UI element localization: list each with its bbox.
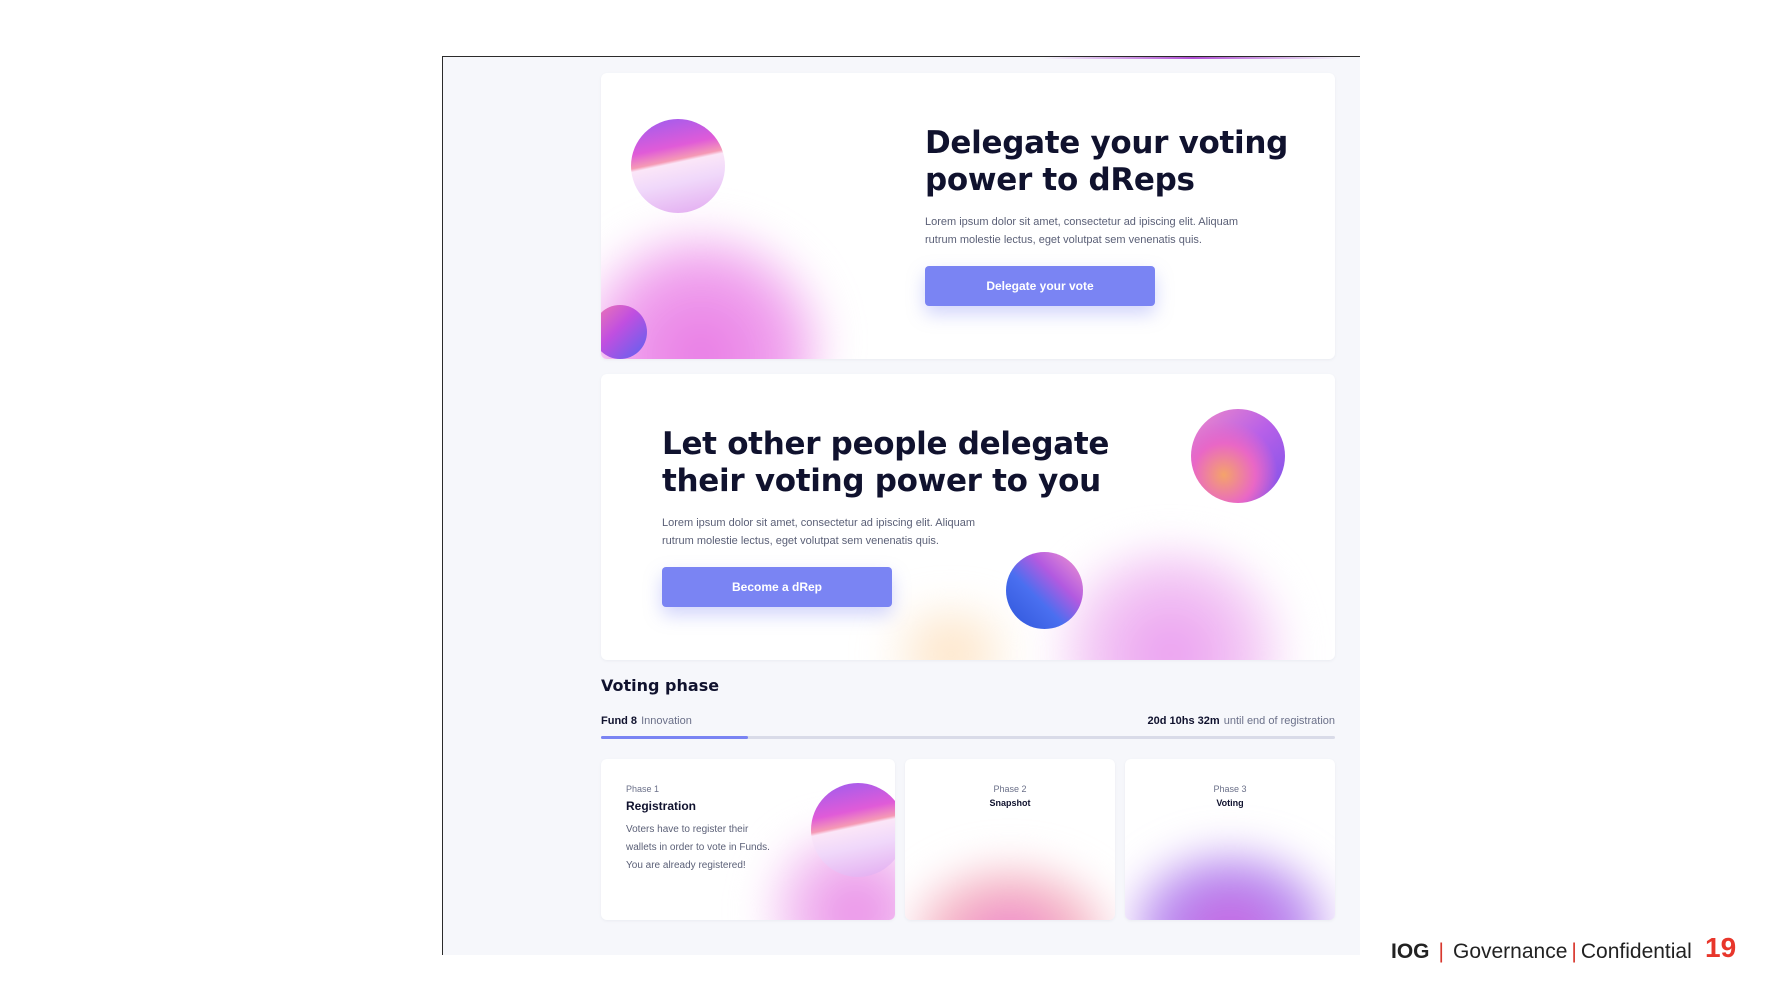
description-line: Lorem ipsum dolor sit amet, consectetur … — [662, 517, 976, 529]
become-a-drep-button[interactable]: Become a dRep — [662, 567, 892, 607]
phase-number: Phase 2 — [993, 784, 1027, 794]
phase-name: Snapshot — [989, 798, 1031, 808]
fund-name: Fund 8 — [601, 715, 638, 727]
gradient-orb — [811, 783, 895, 877]
phase-card-registration[interactable]: Phase 1 Registration Voters have to regi… — [601, 759, 895, 920]
fund-status-row: Fund 8 Innovation 20d 10hs 32m until end o… — [601, 715, 1335, 731]
description-line: Voters have to register their — [626, 824, 749, 835]
voting-progress-bar — [601, 736, 1335, 739]
page-number: 19 — [1705, 932, 1737, 963]
title-line: their voting power to you — [662, 463, 1101, 499]
footer-section: Governance — [1452, 940, 1568, 963]
description-line: wallets in order to vote in Funds. — [626, 842, 770, 853]
phase-card-voting[interactable]: Phase 3 Voting — [1125, 759, 1335, 920]
footer-separator: | — [1571, 940, 1577, 963]
phase-name: Voting — [1216, 798, 1244, 808]
purple-glow-decoration — [1125, 839, 1335, 920]
phase-name: Registration — [626, 799, 697, 813]
voting-phase-title: Voting phase — [601, 676, 720, 695]
delegate-your-vote-button[interactable]: Delegate your vote — [925, 266, 1155, 306]
countdown-value: 20d 10hs 32m — [1147, 715, 1220, 727]
gradient-orb-large — [631, 119, 725, 213]
description-line: rutrum molestie lectus, eget volutpat se… — [925, 234, 1202, 246]
description-line: rutrum molestie lectus, eget volutpat se… — [662, 535, 939, 547]
phase-card-snapshot[interactable]: Phase 2 Snapshot — [905, 759, 1115, 920]
registration-countdown: 20d 10hs 32m until end of registration — [1148, 715, 1335, 727]
delegate-hero-title: Delegate your voting power to dReps — [925, 125, 1288, 199]
top-accent-line — [1043, 57, 1343, 59]
gradient-orb-large — [1191, 409, 1285, 503]
phase-number: Phase 3 — [1213, 784, 1247, 794]
phase-number: Phase 1 — [626, 784, 660, 794]
title-line: power to dReps — [925, 162, 1195, 198]
gradient-orb-medium — [1006, 552, 1083, 629]
fund-category: Innovation — [641, 715, 692, 727]
app-screenshot-frame: Delegate your voting power to dReps Lore… — [442, 56, 1360, 955]
slide-footer: IOG | Governance | Confidential — [1391, 940, 1692, 964]
become-drep-hero-title: Let other people delegate their voting p… — [662, 426, 1109, 500]
footer-brand: IOG — [1391, 940, 1430, 963]
pink-glow-decoration — [905, 854, 1115, 920]
countdown-suffix: until end of registration — [1223, 715, 1335, 727]
become-drep-hero-card: Let other people delegate their voting p… — [601, 374, 1335, 660]
voting-progress-fill — [601, 736, 748, 739]
fund-label: Fund 8 Innovation — [601, 715, 692, 727]
footer-separator: | — [1438, 940, 1444, 963]
become-drep-hero-description: Lorem ipsum dolor sit amet, consectetur … — [662, 514, 975, 550]
delegate-hero-card: Delegate your voting power to dReps Lore… — [601, 73, 1335, 359]
delegate-hero-description: Lorem ipsum dolor sit amet, consectetur … — [925, 213, 1238, 249]
description-line: You are already registered! — [626, 860, 746, 871]
title-line: Let other people delegate — [662, 426, 1110, 462]
title-line: Delegate your voting — [925, 125, 1289, 161]
phase-description: Voters have to register their wallets in… — [626, 821, 801, 875]
footer-classification: Confidential — [1580, 940, 1692, 963]
description-line: Lorem ipsum dolor sit amet, consectetur … — [925, 216, 1239, 228]
